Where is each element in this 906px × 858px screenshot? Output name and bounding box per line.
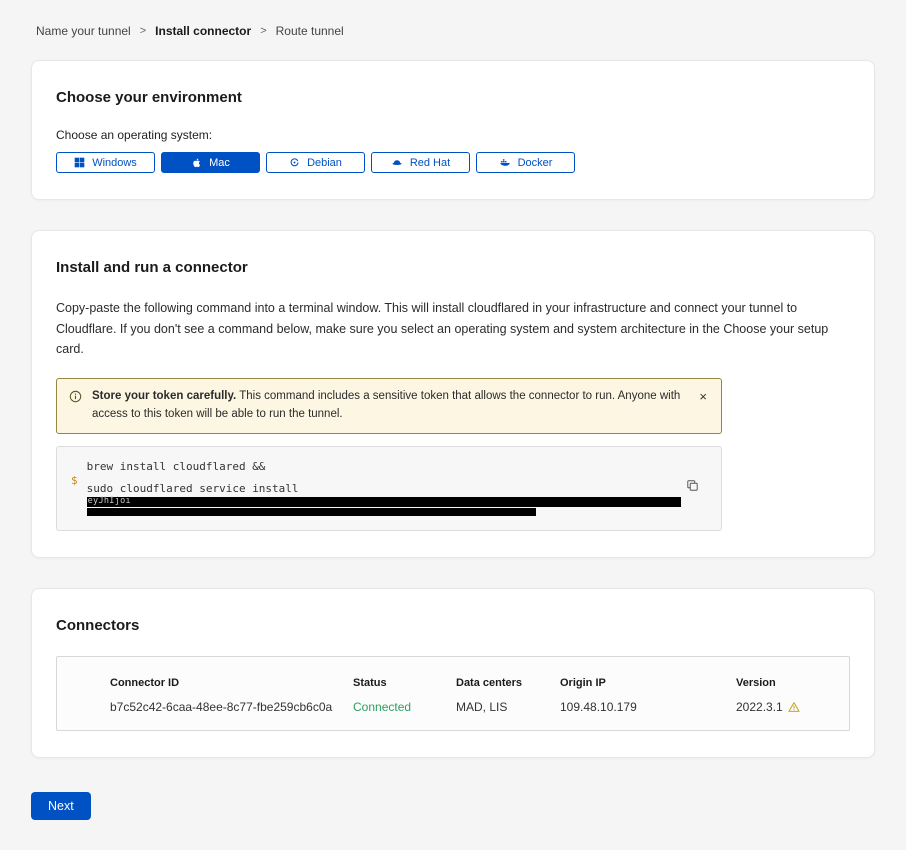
command-line-1: brew install cloudflared && xyxy=(87,460,681,473)
breadcrumb-route-tunnel: Route tunnel xyxy=(276,24,344,38)
terminal-prompt: $ xyxy=(71,474,78,501)
token-warning-alert: Store your token carefully. This command… xyxy=(56,378,722,434)
redacted-token-line-2 xyxy=(87,508,536,516)
cell-origin-ip: 109.48.10.179 xyxy=(560,700,736,714)
os-select-label: Choose an operating system: xyxy=(56,128,850,142)
os-button-redhat[interactable]: Red Hat xyxy=(371,152,470,173)
redhat-icon xyxy=(391,157,403,168)
install-connector-card: Install and run a connector Copy-paste t… xyxy=(31,230,875,558)
copy-icon[interactable] xyxy=(686,479,699,495)
header-data-centers: Data centers xyxy=(456,677,560,689)
breadcrumb-separator: > xyxy=(260,25,266,37)
connectors-card-title: Connectors xyxy=(56,617,850,634)
info-icon xyxy=(69,390,82,408)
os-button-mac[interactable]: Mac xyxy=(161,152,260,173)
breadcrumb-install-connector[interactable]: Install connector xyxy=(155,24,251,38)
install-description: Copy-paste the following command into a … xyxy=(56,298,850,360)
os-button-windows[interactable]: Windows xyxy=(56,152,155,173)
docker-icon xyxy=(499,157,511,168)
os-button-debian[interactable]: Debian xyxy=(266,152,365,173)
install-command-block: $ brew install cloudflared && sudo cloud… xyxy=(56,446,722,531)
breadcrumb: Name your tunnel > Install connector > R… xyxy=(36,24,875,38)
os-button-label: Docker xyxy=(518,157,553,169)
tunnel-setup-page: Name your tunnel > Install connector > R… xyxy=(31,0,875,850)
status-badge: Connected xyxy=(353,700,456,714)
header-connector-id: Connector ID xyxy=(110,677,353,689)
token-prefix: eyJhIjoi xyxy=(87,497,131,506)
header-origin-ip: Origin IP xyxy=(560,677,736,689)
os-button-label: Windows xyxy=(92,157,137,169)
table-row: b7c52c42-6caa-48ee-8c77-fbe259cb6c0a Con… xyxy=(110,700,829,714)
install-card-title: Install and run a connector xyxy=(56,259,850,276)
debian-icon xyxy=(289,157,300,168)
connectors-card: Connectors Connector ID Status Data cent… xyxy=(31,588,875,758)
connectors-table: Connector ID Status Data centers Origin … xyxy=(56,656,850,731)
header-status: Status xyxy=(353,677,456,689)
token-warning-bold: Store your token carefully. xyxy=(92,390,236,402)
next-button[interactable]: Next xyxy=(31,792,91,820)
header-version: Version xyxy=(736,677,829,689)
token-warning-text: Store your token carefully. This command… xyxy=(92,388,687,424)
os-button-label: Mac xyxy=(209,157,230,169)
warning-icon xyxy=(788,701,800,713)
breadcrumb-name-your-tunnel[interactable]: Name your tunnel xyxy=(36,24,131,38)
close-icon[interactable]: × xyxy=(697,390,709,403)
command-line-2: sudo cloudflared service install xyxy=(87,482,681,495)
cell-connector-id: b7c52c42-6caa-48ee-8c77-fbe259cb6c0a xyxy=(110,700,353,714)
os-button-label: Red Hat xyxy=(410,157,450,169)
os-button-group: Windows Mac Debian Red Hat xyxy=(56,152,850,173)
apple-icon xyxy=(191,157,202,169)
os-button-docker[interactable]: Docker xyxy=(476,152,575,173)
environment-card-title: Choose your environment xyxy=(56,89,850,106)
cell-data-centers: MAD, LIS xyxy=(456,700,560,714)
bottom-strip xyxy=(0,850,906,858)
os-button-label: Debian xyxy=(307,157,342,169)
environment-card: Choose your environment Choose an operat… xyxy=(31,60,875,200)
breadcrumb-separator: > xyxy=(140,25,146,37)
install-command: brew install cloudflared && sudo cloudfl… xyxy=(87,460,681,516)
table-header-row: Connector ID Status Data centers Origin … xyxy=(110,677,829,689)
redacted-token-line-1: eyJhIjoi xyxy=(87,497,681,507)
cell-version: 2022.3.1 xyxy=(736,700,829,714)
windows-icon xyxy=(74,157,85,168)
version-number: 2022.3.1 xyxy=(736,700,783,714)
